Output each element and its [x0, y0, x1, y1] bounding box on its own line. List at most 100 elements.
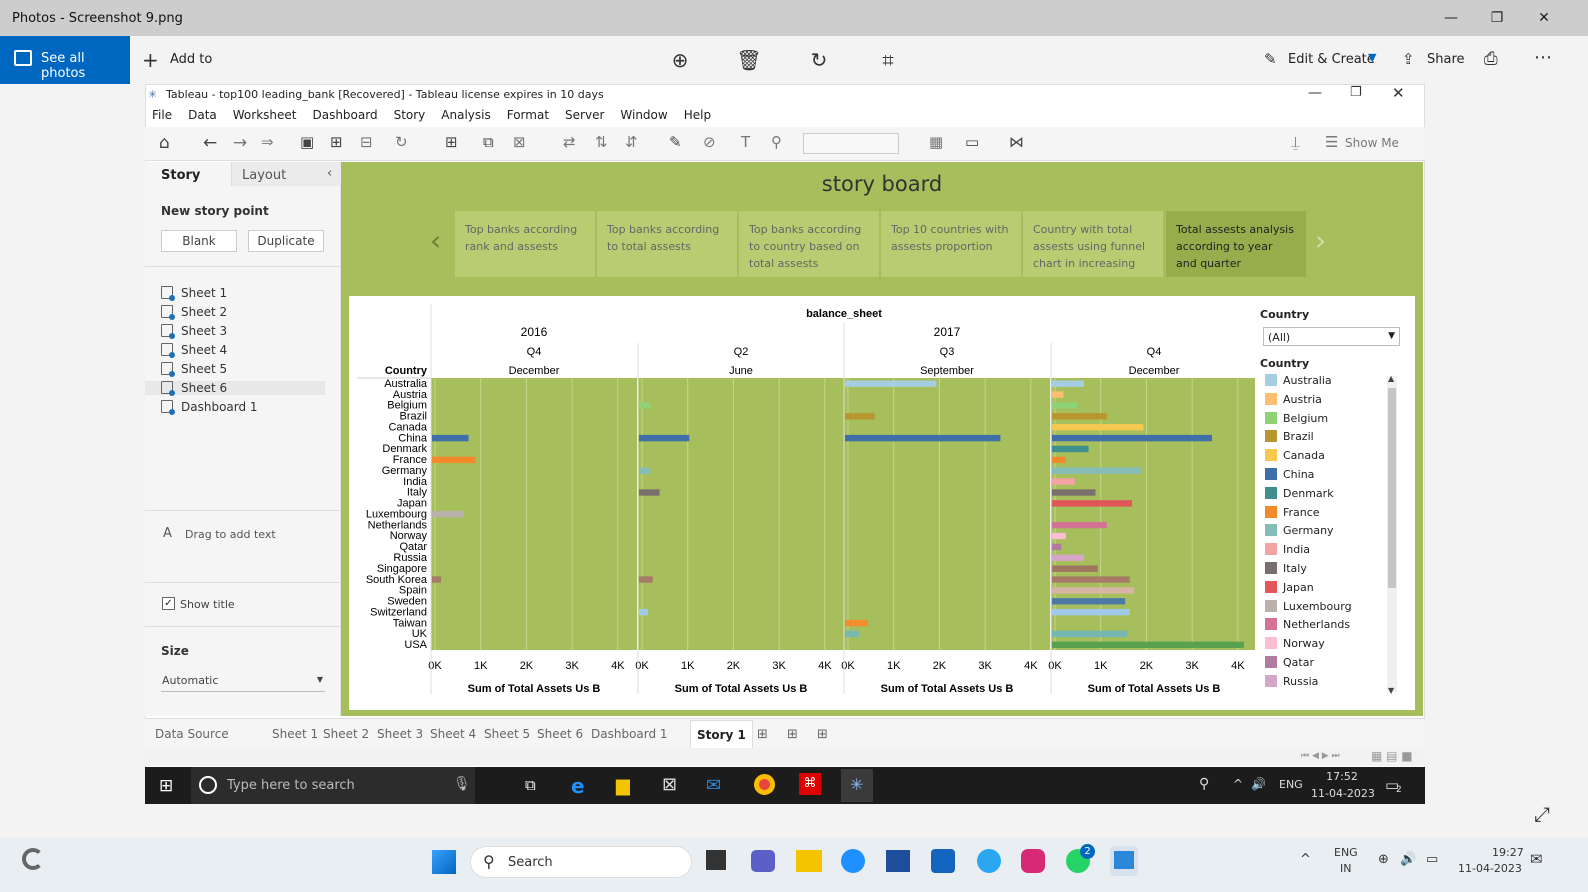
- host-search-box[interactable]: ⚲ Search: [470, 846, 692, 878]
- edit-create-button[interactable]: Edit & Create: [1288, 52, 1375, 67]
- new-sheet-icon[interactable]: ⊞: [445, 133, 458, 151]
- tab-layout[interactable]: Layout: [242, 168, 286, 183]
- story-point-caption[interactable]: Total assests analysis according to year…: [1166, 211, 1306, 277]
- home-icon[interactable]: ⌂: [159, 133, 170, 153]
- story-point-caption[interactable]: Top banks according rank and assests: [455, 211, 595, 277]
- vm-lang[interactable]: ENG: [1279, 778, 1303, 791]
- menu-item-dashboard[interactable]: Dashboard: [312, 108, 377, 122]
- people-icon[interactable]: ⚲: [1199, 776, 1209, 792]
- legend-item[interactable]: Austria: [1265, 392, 1322, 406]
- scroll-down-icon[interactable]: ▼: [1388, 686, 1394, 695]
- new-datasource-icon[interactable]: ⊞: [330, 133, 343, 151]
- store-icon[interactable]: ⊠: [662, 774, 677, 795]
- view-grid-icon[interactable]: ▦ ▤ ■: [1371, 749, 1413, 763]
- blank-button[interactable]: Blank: [161, 230, 237, 252]
- swap-icon[interactable]: ⇄: [563, 133, 576, 151]
- tab-story[interactable]: Story: [161, 168, 200, 183]
- legend-item[interactable]: Italy: [1265, 562, 1307, 575]
- pin-icon-2[interactable]: ⍊: [1291, 133, 1300, 151]
- sheet-list-item[interactable]: Sheet 3: [161, 324, 227, 339]
- size-dropdown[interactable]: Automatic ▼: [161, 670, 325, 692]
- story-point-caption[interactable]: Top banks according to country based on …: [739, 211, 879, 277]
- sheet-tab[interactable]: Sheet 5: [484, 727, 530, 741]
- next-point-icon[interactable]: ›: [1315, 224, 1326, 257]
- new-dashboard-icon[interactable]: ⊞: [787, 727, 798, 742]
- sheet-list-item[interactable]: Sheet 1: [161, 286, 227, 301]
- pause-icon[interactable]: ⊟: [360, 133, 373, 151]
- crop-icon[interactable]: ⌗: [873, 48, 903, 72]
- vm-clock-date[interactable]: 11-04-2023: [1311, 787, 1375, 800]
- menu-item-story[interactable]: Story: [394, 108, 426, 122]
- presentation-icon[interactable]: ▭: [965, 133, 979, 151]
- sheet-tab[interactable]: Data Source: [155, 727, 229, 741]
- scrollbar-thumb[interactable]: [1388, 388, 1396, 588]
- legend-item[interactable]: Australia: [1265, 374, 1332, 387]
- pin-icon[interactable]: ⚲: [771, 133, 782, 151]
- sheet-tab[interactable]: Sheet 6: [537, 727, 583, 741]
- legend-item[interactable]: France: [1265, 505, 1320, 519]
- highlight-icon[interactable]: ✎: [669, 133, 682, 151]
- windows-start-icon[interactable]: ⊞: [159, 776, 173, 796]
- add-icon[interactable]: +: [142, 48, 159, 72]
- tray-chevron-icon[interactable]: ^: [1233, 777, 1243, 791]
- menu-item-help[interactable]: Help: [684, 108, 711, 122]
- menu-item-server[interactable]: Server: [565, 108, 604, 122]
- close-icon[interactable]: ✕: [1534, 8, 1554, 28]
- show-me-button[interactable]: Show Me: [1345, 136, 1399, 150]
- vm-clock-time[interactable]: 17:52: [1317, 770, 1367, 783]
- mail-icon[interactable]: ✉: [706, 775, 721, 796]
- tableau-minimize-icon[interactable]: —: [1308, 85, 1322, 101]
- host-tray-chevron-icon[interactable]: ^: [1300, 852, 1311, 867]
- share-icon[interactable]: ⇪: [1402, 50, 1415, 68]
- legend-item[interactable]: Norway: [1265, 637, 1325, 650]
- legend-item[interactable]: Belgium: [1265, 411, 1328, 425]
- minimize-icon[interactable]: —: [1441, 8, 1461, 28]
- host-clock-time[interactable]: 19:27: [1492, 846, 1524, 859]
- clear-sheet-icon[interactable]: ⊠: [513, 133, 526, 151]
- file-explorer-icon[interactable]: ▆: [616, 775, 630, 796]
- legend-item[interactable]: Luxembourg: [1265, 599, 1352, 613]
- back-icon[interactable]: ←: [203, 133, 217, 153]
- photos-taskbar-icon[interactable]: [1110, 846, 1138, 876]
- mic-icon[interactable]: 🎙: [453, 776, 471, 792]
- store-host-icon[interactable]: [886, 850, 910, 872]
- acrobat-icon[interactable]: ⌘: [799, 773, 821, 795]
- menu-item-data[interactable]: Data: [188, 108, 217, 122]
- legend-scrollbar[interactable]: [1387, 376, 1397, 692]
- legend-item[interactable]: China: [1265, 468, 1314, 481]
- tableau-restore-icon[interactable]: ❐: [1350, 85, 1362, 100]
- story-point-caption[interactable]: Top banks according to total assests: [597, 211, 737, 277]
- new-worksheet-icon[interactable]: ⊞: [757, 727, 768, 742]
- sheet-tab[interactable]: Sheet 2: [323, 727, 369, 741]
- legend-item[interactable]: Germany: [1265, 524, 1334, 537]
- collapse-icon[interactable]: ‹: [327, 166, 332, 181]
- zoom-in-icon[interactable]: ⊕: [665, 48, 695, 72]
- start-icon[interactable]: [432, 850, 456, 874]
- menu-item-analysis[interactable]: Analysis: [441, 108, 490, 122]
- see-all-photos-button[interactable]: See all photos: [0, 36, 130, 84]
- sheet-tab[interactable]: Sheet 1: [272, 727, 318, 741]
- legend-item[interactable]: Russia: [1265, 674, 1318, 688]
- folder-icon[interactable]: [796, 850, 822, 872]
- legend-item[interactable]: Brazil: [1265, 430, 1314, 443]
- restore-icon[interactable]: ❐: [1487, 8, 1507, 28]
- menu-item-window[interactable]: Window: [620, 108, 667, 122]
- legend-item[interactable]: Denmark: [1265, 486, 1334, 500]
- chrome-icon[interactable]: [754, 774, 775, 795]
- share-workbook-icon[interactable]: ⋈: [1009, 133, 1024, 151]
- sort-desc-icon[interactable]: ⇵: [625, 133, 638, 151]
- fit-dropdown[interactable]: [803, 133, 899, 154]
- redo-icon[interactable]: ⇒: [261, 133, 274, 151]
- edge-host-icon[interactable]: [841, 849, 865, 873]
- app-icon[interactable]: [931, 849, 955, 873]
- refresh-icon[interactable]: ↻: [395, 133, 408, 151]
- teams-icon[interactable]: [751, 850, 775, 872]
- volume-icon[interactable]: 🔊: [1251, 777, 1266, 791]
- story-point-caption[interactable]: Country with total assests using funnel …: [1023, 211, 1163, 277]
- sheet-list-item[interactable]: Sheet 5: [161, 362, 227, 377]
- drag-text-object[interactable]: Drag to add text: [185, 528, 276, 541]
- show-me-icon[interactable]: ☰: [1325, 133, 1338, 151]
- new-story-icon[interactable]: ⊞: [817, 727, 828, 742]
- chevron-down-icon[interactable]: ▼: [1368, 51, 1376, 64]
- sheet-list-item[interactable]: Sheet 6: [145, 381, 325, 396]
